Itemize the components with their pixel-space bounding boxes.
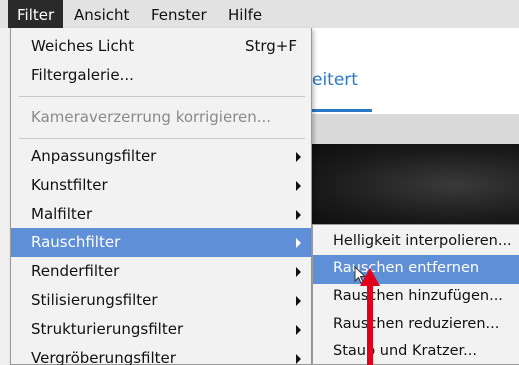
menu-ansicht[interactable]: Ansicht bbox=[65, 0, 138, 28]
menu-item-strukturierungsfilter[interactable]: Strukturierungsfilter bbox=[11, 315, 311, 344]
submenu-item-label: Staub und Kratzer... bbox=[333, 343, 478, 359]
menu-item-vergroeberungsfilter[interactable]: Vergröberungsfilter bbox=[11, 344, 311, 365]
menu-item-label: Renderfilter bbox=[31, 262, 120, 280]
menu-item-label: Weiches Licht bbox=[31, 37, 135, 55]
chevron-right-icon bbox=[296, 181, 301, 191]
submenu-item-staub-und-kratzer[interactable]: Staub und Kratzer... bbox=[313, 338, 519, 365]
red-arrow-icon bbox=[360, 268, 380, 365]
chevron-right-icon bbox=[296, 325, 301, 335]
menu-item-kameraverzerrung: Kameraverzerrung korrigieren... bbox=[11, 103, 311, 132]
submenu-item-rauschen-reduzieren[interactable]: Rauschen reduzieren... bbox=[313, 311, 519, 340]
menu-item-stilisierungsfilter[interactable]: Stilisierungsfilter bbox=[11, 286, 311, 315]
menu-item-filtergalerie[interactable]: Filtergalerie... bbox=[11, 61, 311, 90]
menu-item-label: Kunstfilter bbox=[31, 176, 108, 194]
chevron-right-icon bbox=[296, 267, 301, 277]
menu-separator bbox=[19, 138, 305, 139]
submenu-item-label: Helligkeit interpolieren... bbox=[333, 233, 512, 249]
menu-item-label: Anpassungsfilter bbox=[31, 147, 157, 165]
background-tab-label[interactable]: eitert bbox=[312, 70, 358, 90]
menubar: Filter Ansicht Fenster Hilfe bbox=[0, 0, 519, 28]
photo-preview bbox=[300, 144, 519, 226]
menu-item-label: Strukturierungsfilter bbox=[31, 320, 184, 338]
chevron-right-icon bbox=[296, 354, 301, 364]
chevron-right-icon bbox=[296, 238, 301, 248]
chevron-right-icon bbox=[296, 296, 301, 306]
menu-item-label: Filtergalerie... bbox=[31, 66, 134, 84]
menu-item-label: Vergröberungsfilter bbox=[31, 349, 176, 365]
chevron-right-icon bbox=[296, 152, 301, 162]
menu-item-anpassungsfilter[interactable]: Anpassungsfilter bbox=[11, 142, 311, 171]
menu-item-weiches-licht[interactable]: Weiches Licht Strg+F bbox=[11, 32, 311, 61]
menu-item-rauschfilter[interactable]: Rauschfilter bbox=[11, 228, 311, 257]
background-toolbar-strip bbox=[300, 114, 519, 144]
submenu-item-rauschen-hinzufuegen[interactable]: Rauschen hinzufügen... bbox=[313, 283, 519, 312]
menu-item-label: Rauschfilter bbox=[31, 233, 121, 251]
menu-item-shortcut: Strg+F bbox=[244, 37, 297, 55]
menu-item-renderfilter[interactable]: Renderfilter bbox=[11, 257, 311, 286]
menu-filter[interactable]: Filter bbox=[8, 0, 64, 28]
menu-item-kunstfilter[interactable]: Kunstfilter bbox=[11, 171, 311, 200]
submenu-item-helligkeit-interpolieren[interactable]: Helligkeit interpolieren... bbox=[313, 228, 519, 257]
chevron-right-icon bbox=[296, 210, 301, 220]
menu-hilfe[interactable]: Hilfe bbox=[219, 0, 271, 28]
menu-item-label: Malfilter bbox=[31, 205, 93, 223]
menu-separator bbox=[19, 96, 305, 97]
menu-item-malfilter[interactable]: Malfilter bbox=[11, 200, 311, 229]
submenu-item-rauschen-entfernen[interactable]: Rauschen entfernen bbox=[313, 255, 519, 284]
menu-item-label: Kameraverzerrung korrigieren... bbox=[31, 108, 272, 126]
rauschfilter-submenu: Helligkeit interpolieren... Rauschen ent… bbox=[312, 224, 519, 365]
filter-dropdown-menu: Weiches Licht Strg+F Filtergalerie... Ka… bbox=[10, 28, 312, 365]
menu-item-label: Stilisierungsfilter bbox=[31, 291, 158, 309]
menu-fenster[interactable]: Fenster bbox=[142, 0, 216, 28]
